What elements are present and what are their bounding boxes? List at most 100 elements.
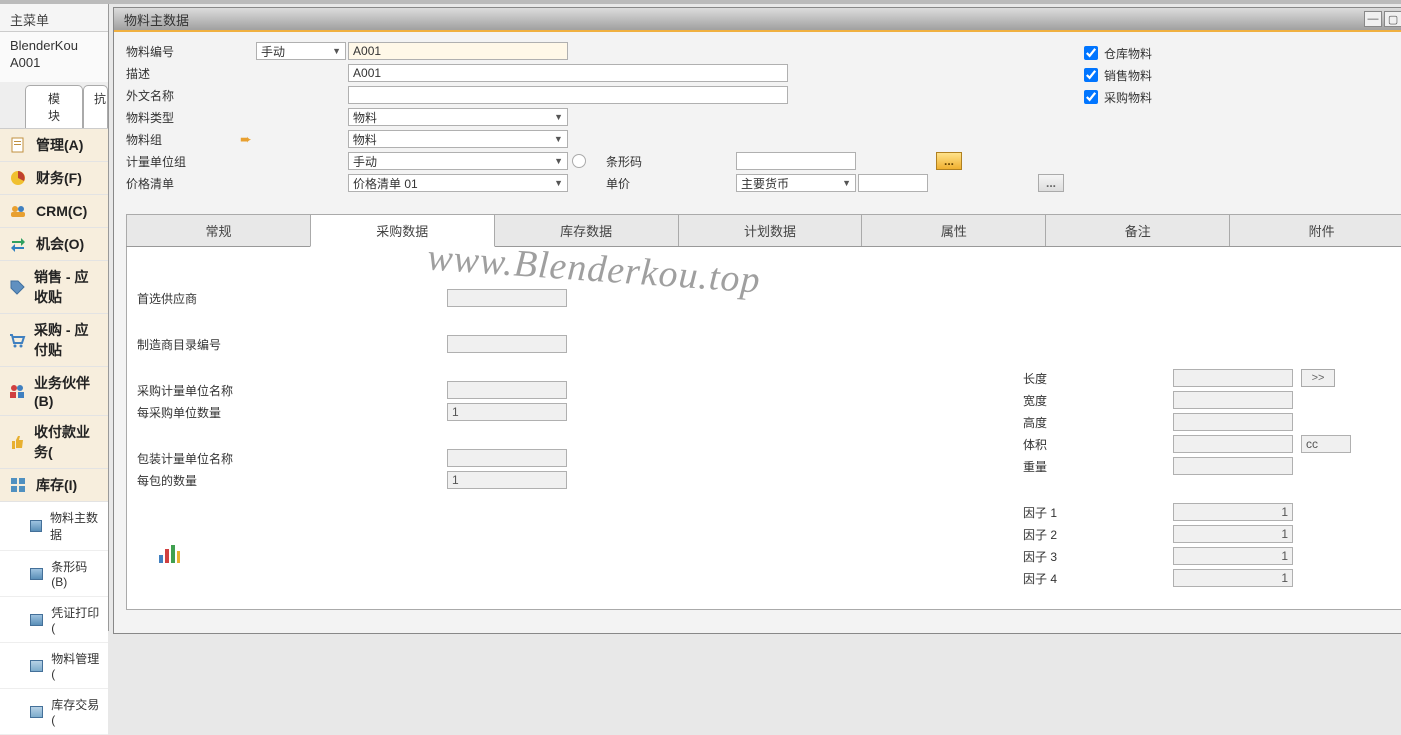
inventory-checkbox[interactable] <box>1084 46 1098 60</box>
nav-item-inventory[interactable]: 库存(I) <box>0 469 108 502</box>
tab-purchasing[interactable]: 采购数据 <box>310 214 495 247</box>
mfr-cat-input[interactable] <box>447 335 567 353</box>
chart-icon-button[interactable] <box>157 541 1023 568</box>
width-input[interactable] <box>1173 391 1293 409</box>
swap-icon <box>8 234 28 254</box>
desc-input[interactable] <box>348 64 788 82</box>
window-icon <box>30 568 43 580</box>
purchase-checkbox[interactable] <box>1084 90 1098 104</box>
tab-inventory[interactable]: 库存数据 <box>494 214 679 246</box>
nav-item-admin[interactable]: 管理(A) <box>0 129 108 162</box>
width-label: 宽度 <box>1023 392 1093 409</box>
vendor-label: 首选供应商 <box>137 290 287 307</box>
nav-list: 管理(A) 财务(F) CRM(C) 机会(O) 销售 - 应收贴 采购 - 应… <box>0 129 108 735</box>
window-icon <box>30 520 42 532</box>
sales-checkbox[interactable] <box>1084 68 1098 82</box>
submenu-item-manage[interactable]: 物料管理( <box>0 643 108 689</box>
height-input[interactable] <box>1173 413 1293 431</box>
nav-label: 财务(F) <box>36 168 82 188</box>
nav-item-finance[interactable]: 财务(F) <box>0 162 108 195</box>
nav-item-crm[interactable]: CRM(C) <box>0 195 108 228</box>
height-label: 高度 <box>1023 414 1093 431</box>
link-arrow-icon[interactable]: ➨ <box>240 131 252 148</box>
length-input[interactable] <box>1173 369 1293 387</box>
tab-attachments[interactable]: 附件 <box>1229 214 1401 246</box>
f3-input[interactable] <box>1173 547 1293 565</box>
nav-label: 采购 - 应付贴 <box>34 320 100 360</box>
grid-icon <box>8 475 28 495</box>
submenu-item-barcode[interactable]: 条形码(B) <box>0 551 108 597</box>
sidebar: 主菜单 BlenderKou A001 模块 抗 管理(A) 财务(F) CRM… <box>0 4 109 631</box>
tab-general[interactable]: 常规 <box>126 214 311 246</box>
volume-unit[interactable] <box>1301 435 1351 453</box>
barcode-browse-button[interactable]: ... <box>936 152 962 170</box>
nav-item-sales[interactable]: 销售 - 应收贴 <box>0 261 108 314</box>
uom-dropdown[interactable]: 手动▼ <box>348 152 568 170</box>
submenu-item-master[interactable]: 物料主数据 <box>0 502 108 551</box>
tab-remarks[interactable]: 备注 <box>1045 214 1230 246</box>
nav-item-purchase[interactable]: 采购 - 应付贴 <box>0 314 108 367</box>
main-area: 物料主数据 — ▢ ✕ 物料编号 手动▼ <box>109 4 1401 631</box>
vendor-input[interactable] <box>447 289 567 307</box>
nav-item-opportunity[interactable]: 机会(O) <box>0 228 108 261</box>
f2-input[interactable] <box>1173 525 1293 543</box>
group-label: 物料组 <box>126 131 240 148</box>
foreign-input[interactable] <box>348 86 788 104</box>
f1-input[interactable] <box>1173 503 1293 521</box>
expand-button[interactable]: >> <box>1301 369 1335 387</box>
per-pu-input[interactable] <box>447 403 567 421</box>
weight-input[interactable] <box>1173 457 1293 475</box>
tab-properties[interactable]: 属性 <box>861 214 1046 246</box>
document-icon <box>8 135 28 155</box>
nav-item-bp[interactable]: 业务伙伴(B) <box>0 367 108 416</box>
pie-icon <box>8 168 28 188</box>
check-label: 销售物料 <box>1104 67 1152 84</box>
unitprice-label: 单价 <box>606 175 736 192</box>
partners-icon <box>8 381 26 401</box>
volume-input[interactable] <box>1173 435 1293 453</box>
minimize-button[interactable]: — <box>1364 11 1382 27</box>
submenu-label: 库存交易( <box>51 696 100 727</box>
submenu-item-trans[interactable]: 库存交易( <box>0 689 108 735</box>
unitprice-input[interactable] <box>858 174 928 192</box>
uom-detail-button[interactable] <box>572 154 586 168</box>
thumbs-icon <box>8 432 26 452</box>
pack-uom-label: 包装计量单位名称 <box>137 450 287 467</box>
window-title: 物料主数据 <box>124 10 189 29</box>
submenu-label: 物料主数据 <box>50 509 100 543</box>
barcode-input[interactable] <box>736 152 856 170</box>
pricelist-dropdown[interactable]: 价格清单 01▼ <box>348 174 568 192</box>
item-no-input[interactable] <box>348 42 568 60</box>
sidebar-title: 主菜单 <box>0 4 108 32</box>
nav-label: 业务伙伴(B) <box>34 373 100 409</box>
user-info: BlenderKou A001 <box>0 32 108 80</box>
tab-content: www.Blenderkou.top 首选供应商 制造商目录编号 <box>126 247 1401 610</box>
type-label: 物料类型 <box>126 109 256 126</box>
submenu-label: 物料管理( <box>51 650 100 681</box>
per-pack-label: 每包的数量 <box>137 472 287 489</box>
maximize-button[interactable]: ▢ <box>1384 11 1401 27</box>
unitprice-browse-button[interactable]: ... <box>1038 174 1064 192</box>
folder-icon <box>30 706 43 718</box>
nav-item-banking[interactable]: 收付款业务( <box>0 416 108 469</box>
per-pack-input[interactable] <box>447 471 567 489</box>
pack-uom-input[interactable] <box>447 449 567 467</box>
puom-input[interactable] <box>447 381 567 399</box>
item-no-mode-dropdown[interactable]: 手动▼ <box>256 42 346 60</box>
submenu-item-print[interactable]: 凭证打印( <box>0 597 108 643</box>
group-dropdown[interactable]: 物料▼ <box>348 130 568 148</box>
sidebar-tab-other[interactable]: 抗 <box>83 85 108 128</box>
type-dropdown[interactable]: 物料▼ <box>348 108 568 126</box>
mfr-cat-label: 制造商目录编号 <box>137 336 287 353</box>
detail-tabs: 常规 采购数据 库存数据 计划数据 属性 备注 附件 <box>126 214 1401 247</box>
tab-planning[interactable]: 计划数据 <box>678 214 863 246</box>
nav-label: 收付款业务( <box>34 422 100 462</box>
submenu-label: 条形码(B) <box>51 558 100 589</box>
per-pu-label: 每采购单位数量 <box>137 404 287 421</box>
uom-label: 计量单位组 <box>126 153 256 170</box>
currency-dropdown[interactable]: 主要货币▼ <box>736 174 856 192</box>
check-label: 仓库物料 <box>1104 45 1152 62</box>
sidebar-tab-modules[interactable]: 模块 <box>25 85 83 128</box>
f4-input[interactable] <box>1173 569 1293 587</box>
titlebar: 物料主数据 — ▢ ✕ <box>114 8 1401 32</box>
